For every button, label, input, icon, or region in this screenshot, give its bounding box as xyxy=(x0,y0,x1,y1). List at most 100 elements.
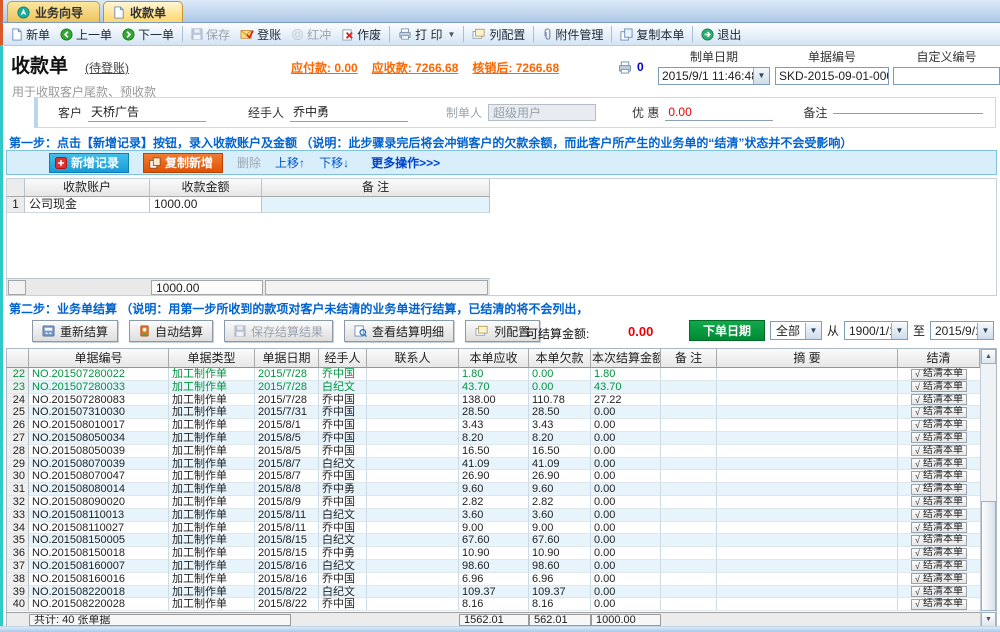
add-record-button[interactable]: 新增记录 xyxy=(49,153,129,173)
recalculate-button[interactable]: 重新结算 xyxy=(32,320,118,342)
order-row[interactable]: 32 NO.201508090020 加工制作单 2015/8/9 乔中国 2.… xyxy=(7,496,980,509)
col-settle-amount[interactable]: 本次结算金额 xyxy=(591,349,661,368)
customer-input[interactable]: 天桥广告 xyxy=(88,103,206,122)
save-settlement-button[interactable]: 保存结算结果 xyxy=(224,320,333,342)
order-row[interactable]: 31 NO.201508080014 加工制作单 2015/8/8 乔中勇 9.… xyxy=(7,483,980,496)
bill-no-input[interactable]: SKD-2015-09-01-0001 xyxy=(775,67,889,85)
amount-cell[interactable]: 1000.00 xyxy=(150,197,262,213)
register-button[interactable]: 登账 xyxy=(235,24,286,45)
col-contact[interactable]: 联系人 xyxy=(367,349,459,368)
delete-record-link[interactable]: 删除 xyxy=(237,154,261,171)
exit-button[interactable]: 退出 xyxy=(696,24,746,45)
col-amount[interactable]: 收款金额 xyxy=(150,179,262,197)
order-row[interactable]: 23 NO.201507280033 加工制作单 2015/7/28 白纪文 4… xyxy=(7,381,980,394)
col-receivable[interactable]: 本单应收 xyxy=(459,349,529,368)
settle-bill-button[interactable]: √结清本单 xyxy=(911,420,967,431)
scope-select[interactable]: 全部▼ xyxy=(770,321,822,340)
chevron-down-icon[interactable]: ▼ xyxy=(977,323,993,339)
scroll-up-arrow[interactable]: ▲ xyxy=(981,349,996,364)
attachment-manager-button[interactable]: 附件管理 xyxy=(537,24,608,45)
column-config-button[interactable]: 列配置 xyxy=(467,24,530,45)
order-row[interactable]: 40 NO.201508220028 加工制作单 2015/8/22 乔中国 8… xyxy=(7,598,980,611)
settle-bill-button[interactable]: √结清本单 xyxy=(911,496,967,507)
account-row[interactable]: 1 公司现金 1000.00 xyxy=(7,197,490,213)
settle-bill-button[interactable]: √结清本单 xyxy=(911,369,967,380)
order-row[interactable]: 36 NO.201508150018 加工制作单 2015/8/15 乔中勇 1… xyxy=(7,547,980,560)
order-row[interactable]: 34 NO.201508110027 加工制作单 2015/8/11 乔中国 9… xyxy=(7,522,980,535)
view-settlement-detail-button[interactable]: 查看结算明细 xyxy=(344,320,454,342)
save-button[interactable]: 保存 xyxy=(186,24,235,45)
more-actions-link[interactable]: 更多操作>>> xyxy=(371,154,440,171)
copy-bill-button[interactable]: 复制本单 xyxy=(615,24,689,45)
settle-bill-button[interactable]: √结清本单 xyxy=(911,573,967,584)
order-row[interactable]: 38 NO.201508160016 加工制作单 2015/8/16 乔中国 6… xyxy=(7,573,980,586)
order-row[interactable]: 22 NO.201507280022 加工制作单 2015/7/28 乔中国 1… xyxy=(7,368,980,381)
settle-bill-button[interactable]: √结清本单 xyxy=(911,407,967,418)
settle-bill-button[interactable]: √结清本单 xyxy=(911,522,967,533)
printer-icon[interactable] xyxy=(617,61,633,74)
auto-settle-button[interactable]: 自动结算 xyxy=(129,320,213,342)
col-bill-type[interactable]: 单据类型 xyxy=(169,349,255,368)
date-to-select[interactable]: 2015/9/1▼ xyxy=(930,321,994,340)
order-row[interactable]: 28 NO.201508050039 加工制作单 2015/8/5 乔中国 16… xyxy=(7,445,980,458)
order-row[interactable]: 39 NO.201508220018 加工制作单 2015/8/22 白纪文 1… xyxy=(7,586,980,599)
settle-bill-button[interactable]: √结清本单 xyxy=(911,586,967,597)
settle-bill-button[interactable]: √结清本单 xyxy=(911,432,967,443)
vertical-scrollbar[interactable]: ▲ ▼ xyxy=(980,349,996,627)
settle-bill-button[interactable]: √结清本单 xyxy=(911,471,967,482)
settle-bill-button[interactable]: √结清本单 xyxy=(911,548,967,559)
tab-receipt-form[interactable]: 收款单 xyxy=(103,1,183,22)
order-row[interactable]: 26 NO.201508010017 加工制作单 2015/8/1 乔中国 3.… xyxy=(7,419,980,432)
settle-bill-button[interactable]: √结清本单 xyxy=(911,484,967,495)
settle-bill-button[interactable]: √结清本单 xyxy=(911,560,967,571)
settle-bill-button[interactable]: √结清本单 xyxy=(911,394,967,405)
print-button[interactable]: 打 印▼ xyxy=(393,24,460,45)
note-cell[interactable] xyxy=(262,197,490,213)
tab-business-wizard[interactable]: 业务向导 xyxy=(7,1,100,22)
order-row[interactable]: 33 NO.201508110013 加工制作单 2015/8/11 白纪文 3… xyxy=(7,509,980,522)
col-bill-no[interactable]: 单据编号 xyxy=(29,349,169,368)
col-account[interactable]: 收款账户 xyxy=(25,179,150,197)
col-note[interactable]: 备 注 xyxy=(262,179,490,197)
order-row[interactable]: 37 NO.201508160007 加工制作单 2015/8/16 白纪文 9… xyxy=(7,560,980,573)
create-date-combo[interactable]: 2015/9/1 11:46:48 ▼ xyxy=(658,67,770,85)
red-reverse-button[interactable]: 红冲 xyxy=(286,24,336,45)
chevron-down-icon[interactable]: ▼ xyxy=(753,68,769,84)
move-down-link[interactable]: 下移↓ xyxy=(319,154,349,171)
account-cell[interactable]: 公司现金 xyxy=(25,197,150,213)
col-summary[interactable]: 摘 要 xyxy=(717,349,898,368)
next-bill-button[interactable]: 下一单 xyxy=(117,24,179,45)
copy-add-button[interactable]: 复制新增 xyxy=(143,153,223,173)
col-owed[interactable]: 本单欠款 xyxy=(529,349,591,368)
order-row[interactable]: 35 NO.201508150005 加工制作单 2015/8/15 白纪文 6… xyxy=(7,534,980,547)
new-bill-button[interactable]: 新单 xyxy=(6,24,55,45)
order-row[interactable]: 27 NO.201508050034 加工制作单 2015/8/5 乔中国 8.… xyxy=(7,432,980,445)
settle-bill-button[interactable]: √结清本单 xyxy=(911,535,967,546)
scrollbar-thumb[interactable] xyxy=(981,501,996,611)
settle-bill-button[interactable]: √结清本单 xyxy=(911,458,967,469)
settle-bill-button[interactable]: √结清本单 xyxy=(911,599,967,610)
custom-no-input[interactable] xyxy=(893,67,1000,85)
order-date-button[interactable]: 下单日期 xyxy=(689,320,765,341)
order-row[interactable]: 29 NO.201508070039 加工制作单 2015/8/7 白纪文 41… xyxy=(7,458,980,471)
settle-bill-button[interactable]: √结清本单 xyxy=(911,445,967,456)
col-settled[interactable]: 结清 xyxy=(898,349,980,368)
settle-bill-button[interactable]: √结清本单 xyxy=(911,509,967,520)
order-row[interactable]: 24 NO.201507280083 加工制作单 2015/7/28 乔中国 1… xyxy=(7,394,980,407)
chevron-down-icon[interactable]: ▼ xyxy=(805,323,821,339)
col-handler[interactable]: 经手人 xyxy=(319,349,367,368)
date-from-select[interactable]: 1900/1/1▼ xyxy=(844,321,908,340)
col-note[interactable]: 备 注 xyxy=(661,349,717,368)
col-bill-date[interactable]: 单据日期 xyxy=(255,349,319,368)
settle-bill-button[interactable]: √结清本单 xyxy=(911,381,967,392)
chevron-down-icon[interactable]: ▼ xyxy=(891,323,907,339)
prev-bill-button[interactable]: 上一单 xyxy=(55,24,117,45)
void-button[interactable]: 作废 xyxy=(336,24,386,45)
order-row[interactable]: 25 NO.201507310030 加工制作单 2015/7/31 乔中国 2… xyxy=(7,406,980,419)
order-row[interactable]: 30 NO.201508070047 加工制作单 2015/8/7 乔中国 26… xyxy=(7,470,980,483)
move-up-link[interactable]: 上移↑ xyxy=(275,154,305,171)
discount-input[interactable]: 0.00 xyxy=(665,105,773,121)
handler-input[interactable]: 乔中勇 xyxy=(290,103,408,122)
note-input[interactable] xyxy=(833,112,983,114)
scroll-down-arrow[interactable]: ▼ xyxy=(981,612,996,627)
